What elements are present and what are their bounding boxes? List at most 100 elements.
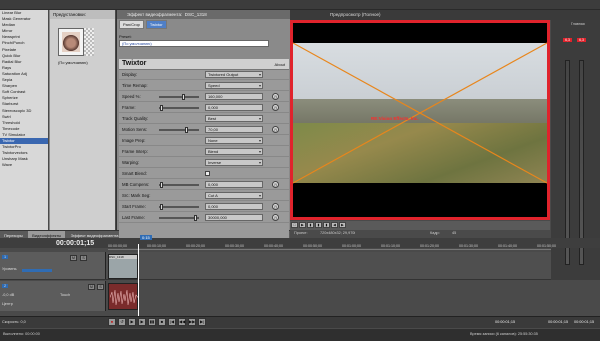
- param-dropdown[interactable]: Twixtored Output ▾: [205, 71, 263, 78]
- param-slider[interactable]: [159, 105, 199, 111]
- keyframe-clock-icon[interactable]: ◷: [272, 126, 279, 133]
- param-checkbox[interactable]: [205, 171, 210, 176]
- audio-track[interactable]: 2 -0,0 dB Touch Центр M S: [0, 281, 551, 311]
- right-peak: 6,3: [577, 38, 586, 42]
- transport-length: 00:00:01;15: [574, 320, 595, 324]
- keyframe-clock-icon[interactable]: ◷: [272, 203, 279, 210]
- plugin-panel-titlebar: Эффект видеофрагмента: DSC_1318: [117, 10, 290, 19]
- stop-button[interactable]: ■: [158, 318, 166, 326]
- track2-solo-btn[interactable]: S: [97, 284, 104, 290]
- param-slider[interactable]: [159, 204, 199, 210]
- param-value-field[interactable]: 160,000: [205, 93, 263, 100]
- play-button[interactable]: ▶: [138, 318, 146, 326]
- param-value-field[interactable]: 0,000: [205, 181, 263, 188]
- param-slider[interactable]: [159, 127, 199, 133]
- ruler-tick-label: 00:00:10;00: [147, 244, 166, 248]
- param-value: 0,000: [208, 105, 219, 110]
- record-button[interactable]: ●: [108, 318, 116, 326]
- go-to-start-button[interactable]: |◀: [168, 318, 176, 326]
- preview-btn-3[interactable]: ▮: [307, 222, 314, 228]
- param-row: Src: Mark Seg: Cut A ▾: [119, 191, 289, 201]
- param-value: 70,00: [208, 127, 219, 132]
- info-frame-value: 45: [452, 231, 457, 235]
- param-slider[interactable]: [159, 215, 199, 221]
- watermark-text: RE:Vision Effects, Inc.: [371, 116, 419, 121]
- param-slider[interactable]: [159, 94, 199, 100]
- play-from-start-button[interactable]: ▶: [128, 318, 136, 326]
- preview-btn-7[interactable]: ▶: [339, 222, 346, 228]
- preset-dropdown[interactable]: (По умолчанию): [119, 40, 269, 47]
- preview-btn-5[interactable]: ▮: [323, 222, 330, 228]
- param-slider-knob[interactable]: [184, 127, 188, 133]
- twixtor-header: Twixtor About: [119, 59, 289, 70]
- plugin-panel-clip: DSC_1318: [184, 12, 207, 17]
- info-frame-label: Кадр:: [430, 231, 440, 235]
- video-track[interactable]: 1 M S Уровень: [0, 252, 551, 280]
- track1-solo-btn[interactable]: S: [80, 255, 87, 261]
- param-label: Speed %:: [122, 94, 141, 99]
- fx-list[interactable]: Linear Blur Mask Generator Median Mirror New…: [0, 10, 48, 230]
- keyframe-clock-icon[interactable]: ◷: [272, 93, 279, 100]
- preview-controls: □ ▶ ▮ ▮ ▮ ◀ ▶: [290, 221, 550, 230]
- param-dropdown[interactable]: Blend ▾: [205, 148, 263, 155]
- preset-thumbnail-image: [62, 32, 80, 52]
- param-slider-knob[interactable]: [194, 215, 198, 221]
- loop-button[interactable]: ↺: [118, 318, 126, 326]
- param-dropdown[interactable]: None ▾: [205, 137, 263, 144]
- preview-btn-6[interactable]: ◀: [331, 222, 338, 228]
- chain-item-pancrop[interactable]: Pan/Crop: [119, 20, 144, 29]
- keyframe-clock-icon[interactable]: ◷: [272, 104, 279, 111]
- track1-level-slider[interactable]: [22, 269, 52, 272]
- param-slider[interactable]: [159, 182, 199, 188]
- param-value-field[interactable]: 0,000: [205, 203, 263, 210]
- param-slider-knob[interactable]: [160, 105, 164, 111]
- preview-btn-4[interactable]: ▮: [315, 222, 322, 228]
- param-value: Twixtored Output: [208, 72, 239, 77]
- preview-btn-2[interactable]: ▶: [299, 222, 306, 228]
- go-to-end-button[interactable]: ▶|: [198, 318, 206, 326]
- keyframe-clock-icon[interactable]: ◷: [272, 214, 279, 221]
- param-label: Frame Interp:: [122, 149, 148, 154]
- param-slider-knob[interactable]: [160, 182, 164, 188]
- video-clip[interactable]: DSC_1318: [108, 254, 138, 279]
- track2-mode[interactable]: Touch: [60, 293, 70, 297]
- param-row: Frame: 0,000 ◷: [119, 103, 289, 113]
- audio-waveform: [110, 289, 138, 306]
- preview-title[interactable]: Предпросмотр (Полное): [330, 12, 381, 17]
- param-dropdown[interactable]: Speed ▾: [205, 82, 263, 89]
- video-clip-name: DSC_1318: [109, 255, 137, 259]
- param-slider-knob[interactable]: [160, 204, 164, 210]
- pause-button[interactable]: ▮▮: [148, 318, 156, 326]
- track2-number: 2: [2, 284, 9, 288]
- audio-clip[interactable]: [108, 283, 138, 310]
- video-preview[interactable]: RE:Vision Effects, Inc.: [290, 20, 550, 220]
- param-label: Start Frame:: [122, 204, 146, 209]
- timeline-marker[interactable]: 0:15: [140, 235, 152, 240]
- param-dropdown[interactable]: Inverse ▾: [205, 159, 263, 166]
- timeline-ruler[interactable]: 00:00:00;00 00:00:10;00 00:00:20;00 00:00:3…: [108, 244, 556, 250]
- track1-mute-btn[interactable]: M: [70, 255, 77, 261]
- track2-mute-btn[interactable]: M: [88, 284, 95, 290]
- param-row: MB Compens: 0,000 ◷: [119, 180, 289, 190]
- param-label: MB Compens:: [122, 182, 150, 187]
- playhead[interactable]: [138, 244, 139, 316]
- status-left: Выполнено: 00:00:00: [3, 332, 40, 336]
- param-value-field[interactable]: 70,00: [205, 126, 263, 133]
- fast-forward-button[interactable]: ▶▶: [188, 318, 196, 326]
- speed-label: Скорость: 0,0: [2, 320, 26, 324]
- fx-list-item[interactable]: Wave: [0, 162, 48, 168]
- chevron-down-icon: ▾: [258, 160, 261, 165]
- param-value-field[interactable]: 30000,000: [205, 214, 263, 221]
- param-value-field[interactable]: 0,000: [205, 104, 263, 111]
- param-dropdown[interactable]: Cut A ▾: [205, 192, 263, 199]
- keyframe-clock-icon[interactable]: ◷: [272, 181, 279, 188]
- param-slider-knob[interactable]: [181, 94, 185, 100]
- preview-btn-1[interactable]: □: [291, 222, 298, 228]
- timeline-timecode[interactable]: 00:00:01;15: [56, 240, 94, 247]
- preset-thumbnail[interactable]: [58, 28, 84, 56]
- chain-item-twixtor[interactable]: Twixtor: [145, 20, 167, 29]
- param-dropdown[interactable]: Best ▾: [205, 115, 263, 122]
- about-link[interactable]: About: [275, 62, 285, 67]
- param-value: 0,000: [208, 182, 219, 187]
- rewind-button[interactable]: ◀◀: [178, 318, 186, 326]
